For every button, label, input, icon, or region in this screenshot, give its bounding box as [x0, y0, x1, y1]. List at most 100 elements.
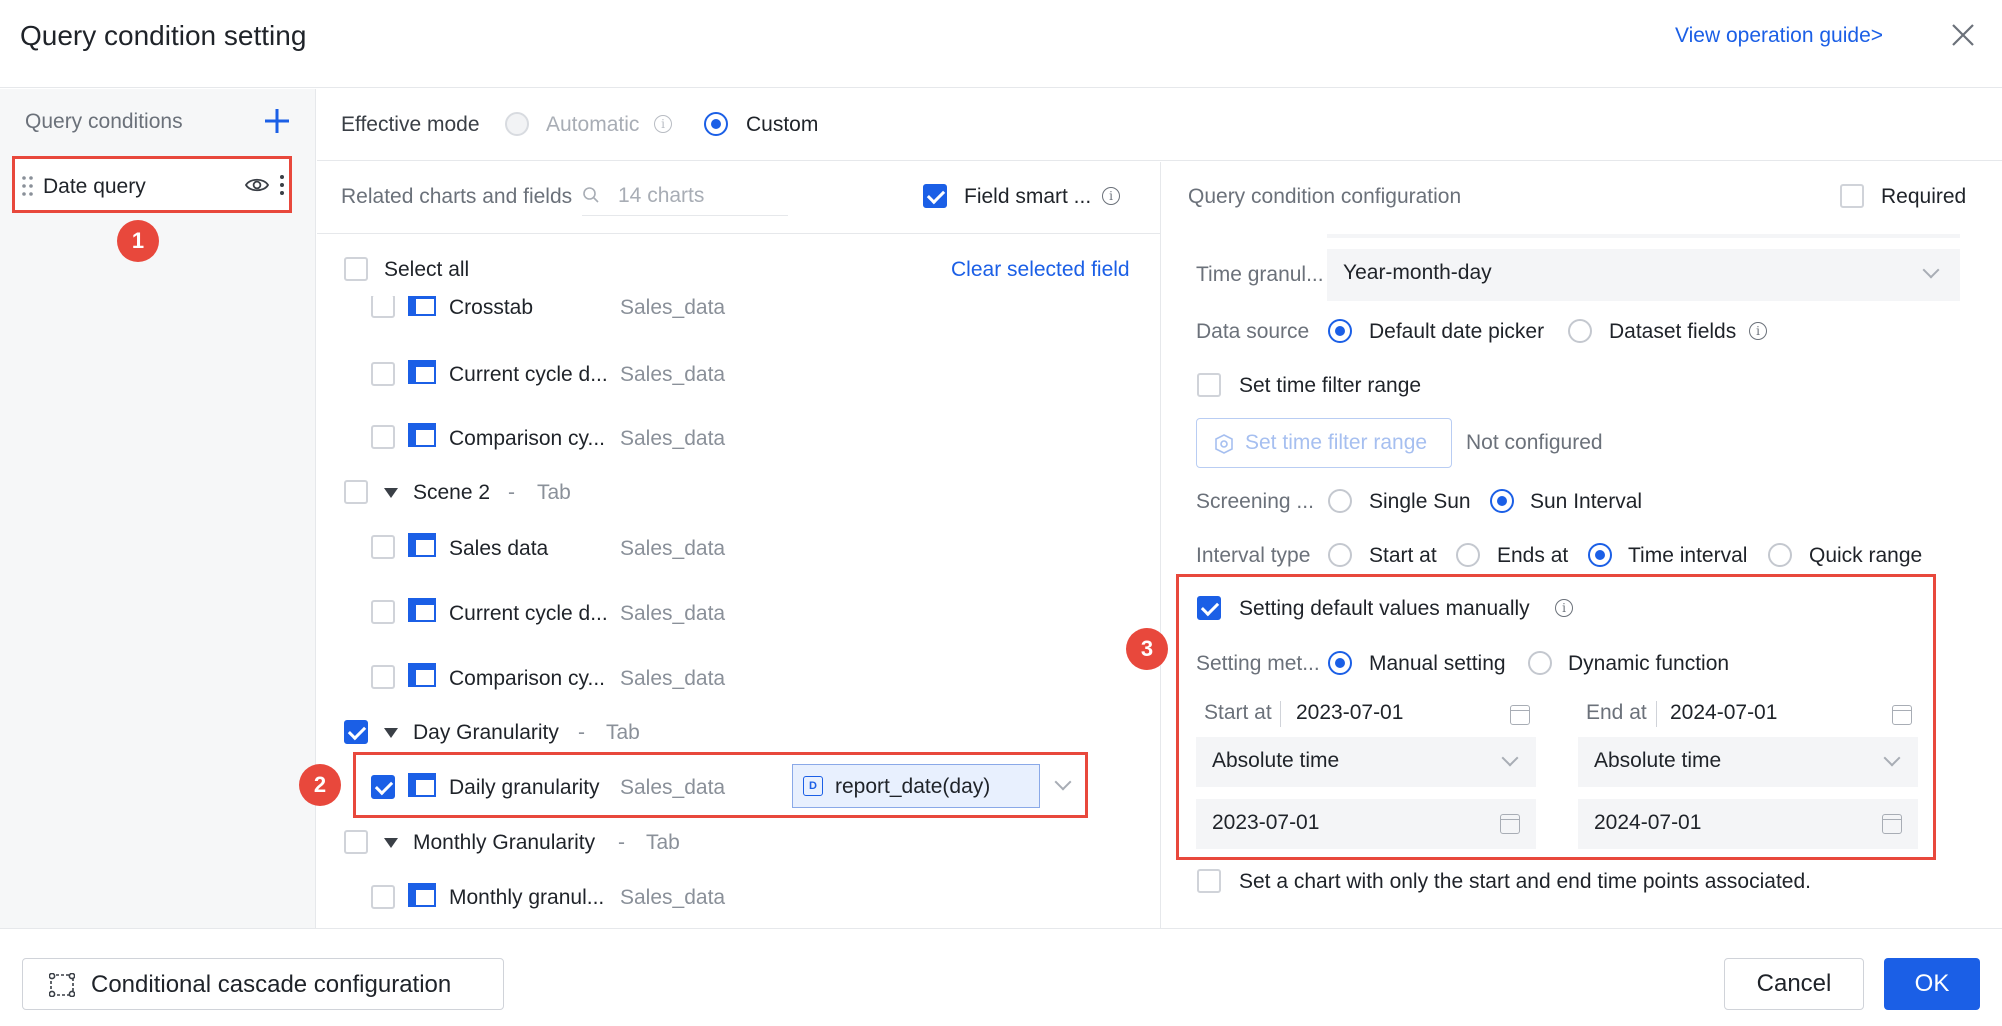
setting-method-label: Setting met...: [1196, 652, 1320, 675]
required-checkbox[interactable]: [1840, 184, 1864, 208]
screening-label: Screening ...: [1196, 490, 1314, 513]
column-divider: [1160, 162, 1161, 928]
calendar-icon[interactable]: [1892, 705, 1912, 725]
radio-start-at[interactable]: [1328, 543, 1352, 567]
dataset-fields-label: Dataset fields: [1609, 320, 1737, 343]
cascade-config-button[interactable]: Conditional cascade configuration: [22, 958, 504, 1010]
end-at-label: End at: [1586, 701, 1647, 724]
cascade-icon: [49, 973, 75, 997]
start-value-input[interactable]: 2023-07-01: [1196, 799, 1536, 849]
radio-dataset-fields[interactable]: [1568, 319, 1592, 343]
group-checkbox[interactable]: [344, 480, 368, 504]
row-dataset: Sales_data: [620, 537, 726, 560]
radio-sun-interval[interactable]: [1490, 489, 1514, 513]
row-dataset: Sales_data: [620, 363, 726, 386]
close-icon[interactable]: [1946, 18, 1980, 52]
row-checkbox[interactable]: [371, 885, 395, 909]
radio-dynamic-function[interactable]: [1528, 651, 1552, 675]
data-source-label: Data source: [1196, 320, 1310, 343]
calendar-icon[interactable]: [1500, 814, 1520, 834]
row-checkbox[interactable]: [371, 425, 395, 449]
step-badge-3: 3: [1126, 628, 1168, 670]
group-name: Scene 2: [413, 481, 491, 504]
drag-handle-icon[interactable]: [21, 175, 35, 197]
ends-at-option-label: Ends at: [1497, 544, 1569, 567]
radio-custom[interactable]: [704, 112, 728, 136]
required-label: Required: [1881, 185, 1967, 208]
set-range-button[interactable]: Set time filter range: [1196, 418, 1452, 468]
group-tag: Tab: [606, 721, 640, 744]
config-header: Query condition configuration: [1188, 185, 1462, 208]
collapse-triangle-icon[interactable]: [384, 728, 398, 738]
custom-label: Custom: [746, 113, 819, 136]
input-separator: [1280, 701, 1281, 727]
row-checkbox[interactable]: [371, 296, 395, 318]
select-all-checkbox[interactable]: [344, 257, 368, 281]
row-chart-name: Sales data: [449, 537, 549, 560]
group-name: Monthly Granularity: [413, 831, 596, 854]
set-range-label: Set time filter range: [1239, 374, 1422, 397]
end-mode-value: Absolute time: [1594, 749, 1722, 772]
ok-button[interactable]: OK: [1884, 958, 1980, 1010]
row-dataset: Sales_data: [620, 427, 726, 450]
tab-separator: -: [578, 721, 585, 744]
cascade-button-label: Conditional cascade configuration: [91, 971, 452, 998]
search-icon: [583, 187, 599, 203]
radio-quick-range[interactable]: [1768, 543, 1792, 567]
clear-selected-field-link[interactable]: Clear selected field: [951, 258, 1130, 282]
end-mode-select[interactable]: Absolute time: [1578, 737, 1918, 787]
collapse-triangle-icon[interactable]: [384, 488, 398, 498]
more-options-icon[interactable]: [279, 173, 285, 197]
time-granularity-select[interactable]: Year-month-day: [1327, 249, 1960, 301]
cancel-button[interactable]: Cancel: [1724, 958, 1864, 1010]
row-dataset: Sales_data: [620, 886, 726, 909]
chart-search-input[interactable]: 14 charts: [582, 176, 788, 216]
row-checkbox[interactable]: [371, 600, 395, 624]
default-date-picker-label: Default date picker: [1369, 320, 1545, 343]
radio-manual-setting[interactable]: [1328, 651, 1352, 675]
date-field-icon: D: [803, 776, 823, 796]
radio-time-interval[interactable]: [1588, 543, 1612, 567]
field-smart-checkbox[interactable]: [923, 184, 947, 208]
radio-default-date-picker[interactable]: [1328, 319, 1352, 343]
field-select-value: report_date(day): [835, 775, 991, 798]
condition-item-date-query[interactable]: Date query: [12, 156, 292, 213]
step-badge-2: 2: [299, 764, 341, 806]
view-guide-link[interactable]: View operation guide>: [1675, 24, 1883, 48]
start-date-input[interactable]: Start at 2023-07-01: [1196, 695, 1536, 733]
radio-ends-at[interactable]: [1456, 543, 1480, 567]
set-range-checkbox[interactable]: [1197, 373, 1221, 397]
calendar-icon[interactable]: [1882, 814, 1902, 834]
group-checkbox[interactable]: [344, 720, 368, 744]
row-checkbox[interactable]: [371, 362, 395, 386]
time-granularity-value: Year-month-day: [1343, 261, 1492, 284]
start-mode-select[interactable]: Absolute time: [1196, 737, 1536, 787]
info-icon: i: [654, 115, 672, 133]
info-icon: i: [1749, 322, 1767, 340]
group-checkbox[interactable]: [344, 830, 368, 854]
only-points-checkbox[interactable]: [1197, 869, 1221, 893]
row-dataset: Sales_data: [620, 602, 726, 625]
row-checkbox[interactable]: [371, 775, 395, 799]
collapse-triangle-icon[interactable]: [384, 838, 398, 848]
add-condition-icon[interactable]: [262, 106, 292, 136]
query-conditions-header: Query conditions: [25, 110, 183, 133]
end-date-input[interactable]: End at 2024-07-01: [1578, 695, 1918, 733]
select-all-label: Select all: [384, 258, 470, 281]
end-value-input[interactable]: 2024-07-01: [1578, 799, 1918, 849]
row-checkbox[interactable]: [371, 665, 395, 689]
eye-icon[interactable]: [245, 176, 269, 194]
row-chart-name: Comparison cy...: [449, 667, 605, 690]
row-chart-name: Current cycle d...: [449, 363, 608, 386]
default-manual-label: Setting default values manually: [1239, 597, 1530, 620]
table-chart-icon: [408, 533, 436, 557]
radio-automatic[interactable]: [505, 112, 529, 136]
radio-single-sun[interactable]: [1328, 489, 1352, 513]
list-clip: Crosstab Sales_data: [317, 296, 1160, 326]
manual-setting-label: Manual setting: [1369, 652, 1506, 675]
row-checkbox[interactable]: [371, 535, 395, 559]
default-manual-checkbox[interactable]: [1197, 596, 1221, 620]
field-select[interactable]: D report_date(day): [792, 764, 1040, 808]
calendar-icon[interactable]: [1510, 705, 1530, 725]
start-date-value: 2023-07-01: [1296, 701, 1404, 724]
